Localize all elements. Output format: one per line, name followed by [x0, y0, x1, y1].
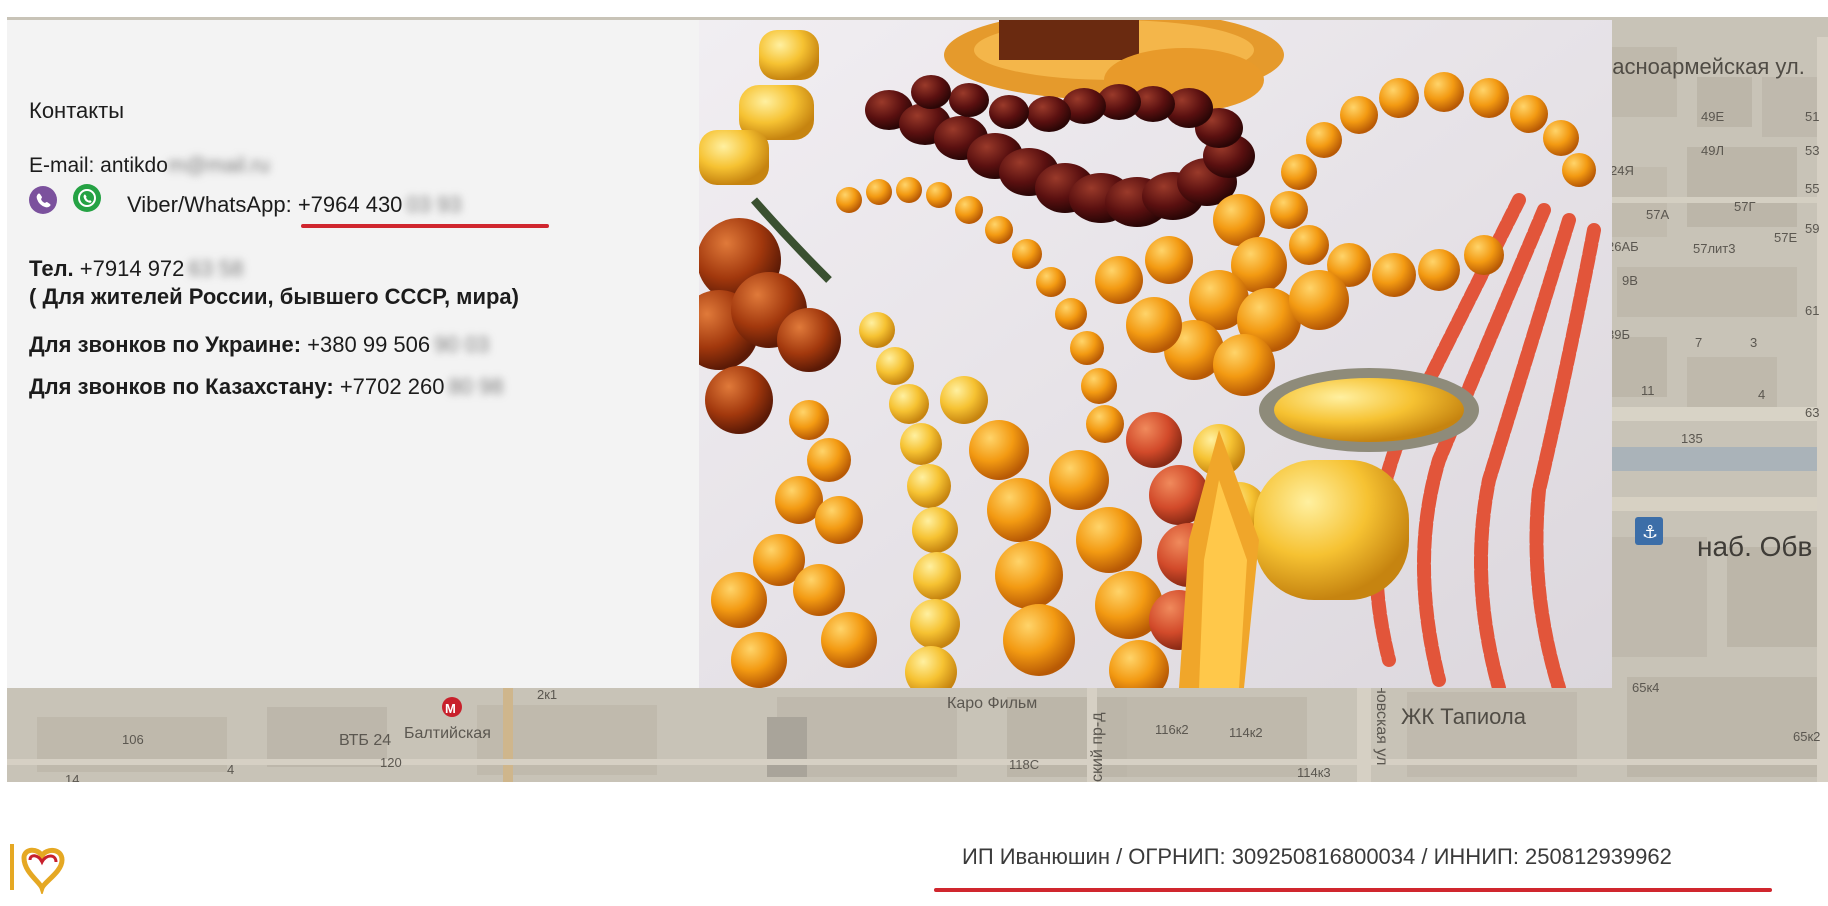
map-building-label: 120 [380, 755, 402, 770]
map-building-label: 3 [1750, 335, 1758, 350]
map-building-label: 118С [1009, 757, 1040, 772]
map-building-label: 59 [1805, 221, 1820, 236]
map-building-label: 7 [1695, 335, 1703, 350]
map-building-label: 114к2 [1229, 725, 1263, 740]
amber-jewelry-photo [699, 20, 1612, 688]
map-building-label: 24Я [1610, 163, 1634, 178]
red-underline-legal [934, 888, 1772, 892]
map-building-label: 49Л [1701, 143, 1724, 158]
map-building-label: 63 [1805, 405, 1820, 420]
map-building-label: 4 [227, 762, 235, 777]
tel-line: Тел. +7914 972 63 58 [29, 256, 243, 282]
messenger-label: Viber/WhatsApp: [127, 192, 292, 217]
tel-hidden: 63 58 [188, 256, 244, 281]
map-building-label: 9В [1622, 273, 1638, 288]
map-building-label: 116к2 [1155, 722, 1189, 737]
map-building-label: 135 [1681, 431, 1703, 446]
map-building-label: 49Е [1701, 109, 1725, 124]
tel-note: ( Для жителей России, бывшего СССР, мира… [29, 284, 519, 309]
map-building-label: 114к3 [1297, 765, 1331, 780]
map-poi-label: Каро Фильм [947, 695, 1038, 712]
map-street-label: новская ул [1373, 685, 1390, 766]
map-building-label: 57Г [1734, 199, 1756, 214]
legal-info: ИП Иванюшин / ОГРНИП: 309250816800034 / … [962, 844, 1672, 869]
map-embankment-label: наб. Обв [1697, 531, 1813, 562]
kazakhstan-label: Для звонков по Казахстану: [29, 374, 334, 399]
ukraine-line: Для звонков по Украине: +380 99 506 90 03 [29, 332, 489, 358]
map-building-label: 2к1 [537, 687, 558, 702]
ukraine-phone[interactable]: +380 99 506 [307, 332, 430, 357]
map-street-label: ский пр-д [1089, 712, 1106, 782]
whatsapp-icon[interactable] [73, 184, 101, 212]
messenger-phone[interactable]: +7964 430 [298, 192, 403, 217]
map-building-label: 4 [1758, 387, 1766, 402]
map-bank-label: ВТБ 24 [339, 732, 392, 749]
ukraine-hidden: 90 03 [434, 332, 490, 357]
svg-text:⚓: ⚓ [1642, 522, 1658, 543]
map-building-label: 51 [1805, 109, 1820, 124]
footer: ИП Иванюшин / ОГРНИП: 309250816800034 / … [0, 782, 1828, 906]
map-building-label: 65к4 [1632, 680, 1660, 695]
ukraine-label: Для звонков по Украине: [29, 332, 302, 357]
amber-jewelry-image [699, 20, 1612, 688]
map-building-label: 55 [1805, 181, 1820, 196]
map-building-label: 11 [1641, 383, 1655, 398]
map-building-label: 57Е [1774, 230, 1798, 245]
tel-label: Тел. [29, 256, 74, 281]
svg-text:M: M [445, 701, 456, 716]
map-street-label: расноармейская ул. [1600, 54, 1805, 79]
map-building-label: 57лит3 [1693, 241, 1736, 256]
email-label[interactable]: E-mail: antikdo [29, 154, 168, 177]
messenger-line: Viber/WhatsApp: +7964 430 03 93 [127, 192, 461, 218]
brand-logo[interactable] [10, 842, 72, 896]
map-building-label: 65к2 [1793, 729, 1821, 744]
email-hidden: m@mail.ru [167, 154, 270, 177]
map-poi-label: ЖК Тапиола [1401, 704, 1526, 729]
tel-phone[interactable]: +7914 972 [80, 256, 185, 281]
contacts-heading: Контакты [29, 98, 125, 123]
email-line: E-mail: antikdom@mail.ru [29, 154, 270, 178]
map-building-label: 53 [1805, 143, 1820, 158]
kazakhstan-phone[interactable]: +7702 260 [340, 374, 445, 399]
map-building-label: 106 [122, 732, 144, 747]
viber-icon[interactable] [29, 186, 57, 214]
red-underline-messenger [301, 224, 549, 228]
map-metro-label: Балтийская [404, 725, 491, 742]
map-building-label: 57А [1646, 207, 1670, 222]
map-building-label: 14 [65, 772, 80, 782]
page: M ⚓ расноармейская ул. 49Е 51 49Л 53 24Я… [0, 0, 1828, 906]
kazakhstan-hidden: 80 98 [448, 374, 504, 399]
map-building-label: 61 [1805, 303, 1820, 318]
contact-panel: Контакты E-mail: antikdom@mail.ru Viber/… [7, 20, 699, 688]
kazakhstan-line: Для звонков по Казахстану: +7702 260 80 9… [29, 374, 504, 400]
messenger-hidden: 03 93 [406, 192, 462, 217]
